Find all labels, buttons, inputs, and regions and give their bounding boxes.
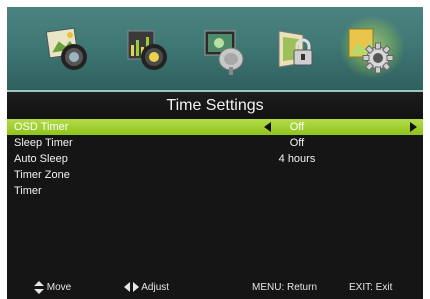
menu-item-value: Off <box>289 121 305 133</box>
status-bar: Move Adjust MENU: Return EXIT: Exit <box>7 277 423 299</box>
move-label: Move <box>46 282 72 293</box>
menu-item-osd-timer[interactable]: OSD Timer Off <box>7 119 423 135</box>
arrow-right-icon[interactable] <box>410 122 417 132</box>
menu-item-timer-zone[interactable]: Timer Zone <box>7 167 423 183</box>
menu-item-auto-sleep[interactable]: Auto Sleep 4 hours <box>7 151 423 167</box>
picture-icon <box>45 27 87 70</box>
move-hint: Move <box>34 277 71 299</box>
menu-item-label: Timer Zone <box>14 169 70 181</box>
menu-item-label: Auto Sleep <box>14 153 68 165</box>
category-lock[interactable] <box>271 25 325 77</box>
lock-icon <box>278 30 313 68</box>
osd-menu: Time Settings OSD Timer Off Sleep Timer … <box>7 7 423 299</box>
category-setup[interactable] <box>339 15 405 79</box>
menu-return-hint: MENU: Return <box>252 282 318 293</box>
menu-item-value: 4 hours <box>278 153 316 165</box>
menu-item-label: Timer <box>14 185 42 197</box>
sound-icon <box>127 30 167 70</box>
category-picture[interactable] <box>42 25 96 77</box>
menu-item-label: OSD Timer <box>14 121 69 133</box>
exit-hint: EXIT: Exit <box>349 282 393 293</box>
adjust-label: Adjust <box>141 282 170 293</box>
page-title: Time Settings <box>7 92 423 120</box>
category-icon-bar <box>7 7 423 92</box>
menu-item-timer[interactable]: Timer <box>7 183 423 199</box>
menu-item-sleep-timer[interactable]: Sleep Timer Off <box>7 135 423 151</box>
up-down-arrow-icon <box>34 280 44 294</box>
settings-menu: OSD Timer Off Sleep Timer Off Auto Sleep… <box>7 119 423 199</box>
menu-item-label: Sleep Timer <box>14 137 73 149</box>
category-sound[interactable] <box>122 25 176 77</box>
channel-icon <box>204 30 244 75</box>
setup-gear-icon <box>348 28 394 74</box>
left-right-arrow-icon <box>124 282 139 293</box>
adjust-hint: Adjust <box>124 277 169 299</box>
category-channel[interactable] <box>199 25 253 77</box>
menu-item-value: Off <box>289 137 305 149</box>
